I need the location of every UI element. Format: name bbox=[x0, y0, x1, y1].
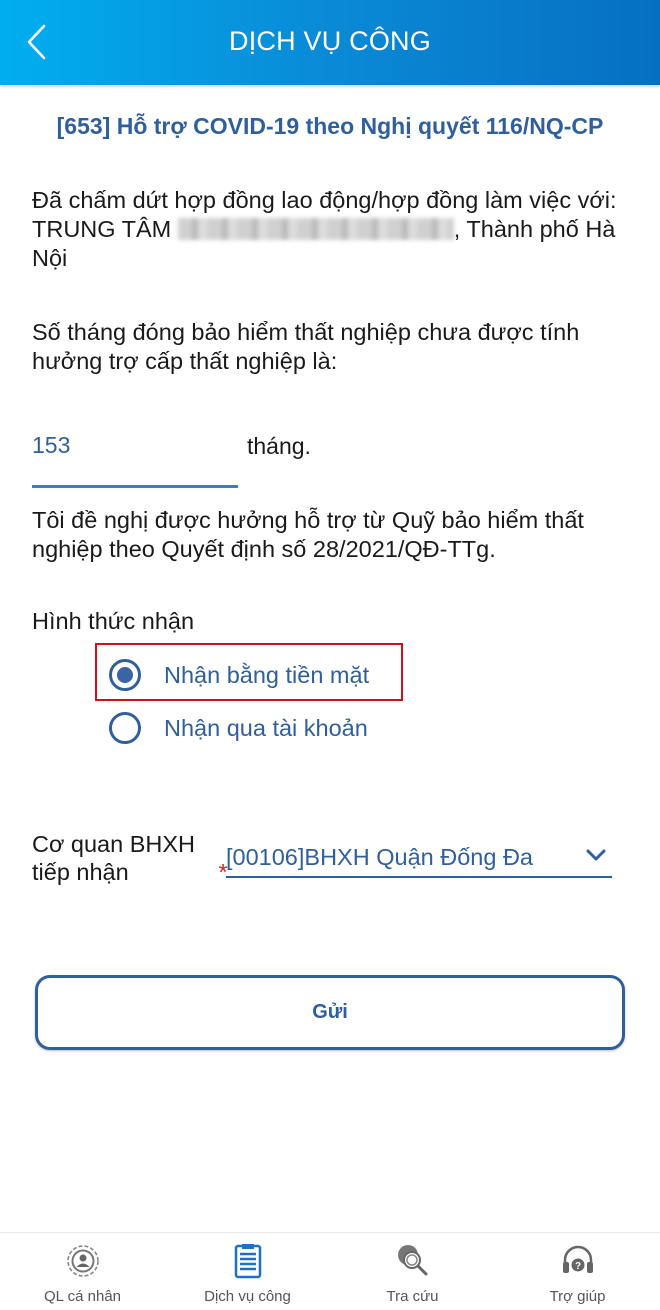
bottom-nav: QL cá nhân Dịch vụ công Tra cứu ? Trợ gi… bbox=[0, 1232, 660, 1310]
submit-button[interactable]: Gửi bbox=[35, 975, 625, 1050]
nav-label-personal: QL cá nhân bbox=[44, 1288, 121, 1305]
nav-item-public-service[interactable]: Dịch vụ công bbox=[165, 1233, 330, 1310]
months-question: Số tháng đóng bảo hiểm thất nghiệp chưa … bbox=[32, 319, 580, 374]
months-unit: tháng. bbox=[247, 433, 311, 459]
receive-method-label: Hình thức nhận bbox=[32, 608, 195, 634]
radio-cash-label: Nhận bằng tiền mặt bbox=[164, 661, 370, 688]
radio-checked-icon bbox=[109, 659, 141, 691]
agency-label-text: Cơ quan BHXH tiếp nhận bbox=[32, 831, 196, 885]
months-value: 153 bbox=[32, 432, 71, 458]
radio-account-label: Nhận qua tài khoản bbox=[164, 714, 368, 741]
clipboard-icon bbox=[234, 1244, 261, 1279]
agency-label: Cơ quan BHXH tiếp nhận * bbox=[32, 830, 228, 886]
redacted-company-name bbox=[177, 218, 454, 240]
headset-help-icon: ? bbox=[562, 1245, 593, 1273]
contract-info: Đã chấm dứt hợp đồng lao động/hợp đồng l… bbox=[32, 186, 632, 273]
app-header: DỊCH VỤ CÔNG bbox=[0, 0, 660, 85]
svg-text:?: ? bbox=[574, 1261, 580, 1272]
nav-label-help: Trợ giúp bbox=[549, 1288, 606, 1305]
agency-selected-value: [00106]BHXH Quận Đống Đa bbox=[226, 844, 533, 870]
radio-account[interactable]: Nhận qua tài khoản bbox=[109, 712, 368, 744]
chevron-down-icon bbox=[586, 849, 606, 861]
radio-unchecked-icon bbox=[109, 712, 141, 744]
service-title: [653] Hỗ trợ COVID-19 theo Nghị quyết 11… bbox=[56, 113, 604, 139]
nav-item-lookup[interactable]: Tra cứu bbox=[330, 1233, 495, 1310]
radio-cash[interactable]: Nhận bằng tiền mặt bbox=[109, 659, 369, 691]
nav-label-public-service: Dịch vụ công bbox=[204, 1288, 291, 1305]
user-gear-icon bbox=[66, 1245, 99, 1277]
globe-search-icon bbox=[397, 1245, 427, 1276]
agency-select[interactable]: [00106]BHXH Quận Đống Đa bbox=[226, 838, 612, 878]
request-text: Tôi đề nghị được hưởng hỗ trợ từ Quỹ bảo… bbox=[32, 507, 584, 562]
nav-label-lookup: Tra cứu bbox=[386, 1288, 439, 1305]
page-title: DỊCH VỤ CÔNG bbox=[229, 26, 431, 56]
nav-item-personal[interactable]: QL cá nhân bbox=[0, 1233, 165, 1310]
nav-item-help[interactable]: ? Trợ giúp bbox=[495, 1233, 660, 1310]
